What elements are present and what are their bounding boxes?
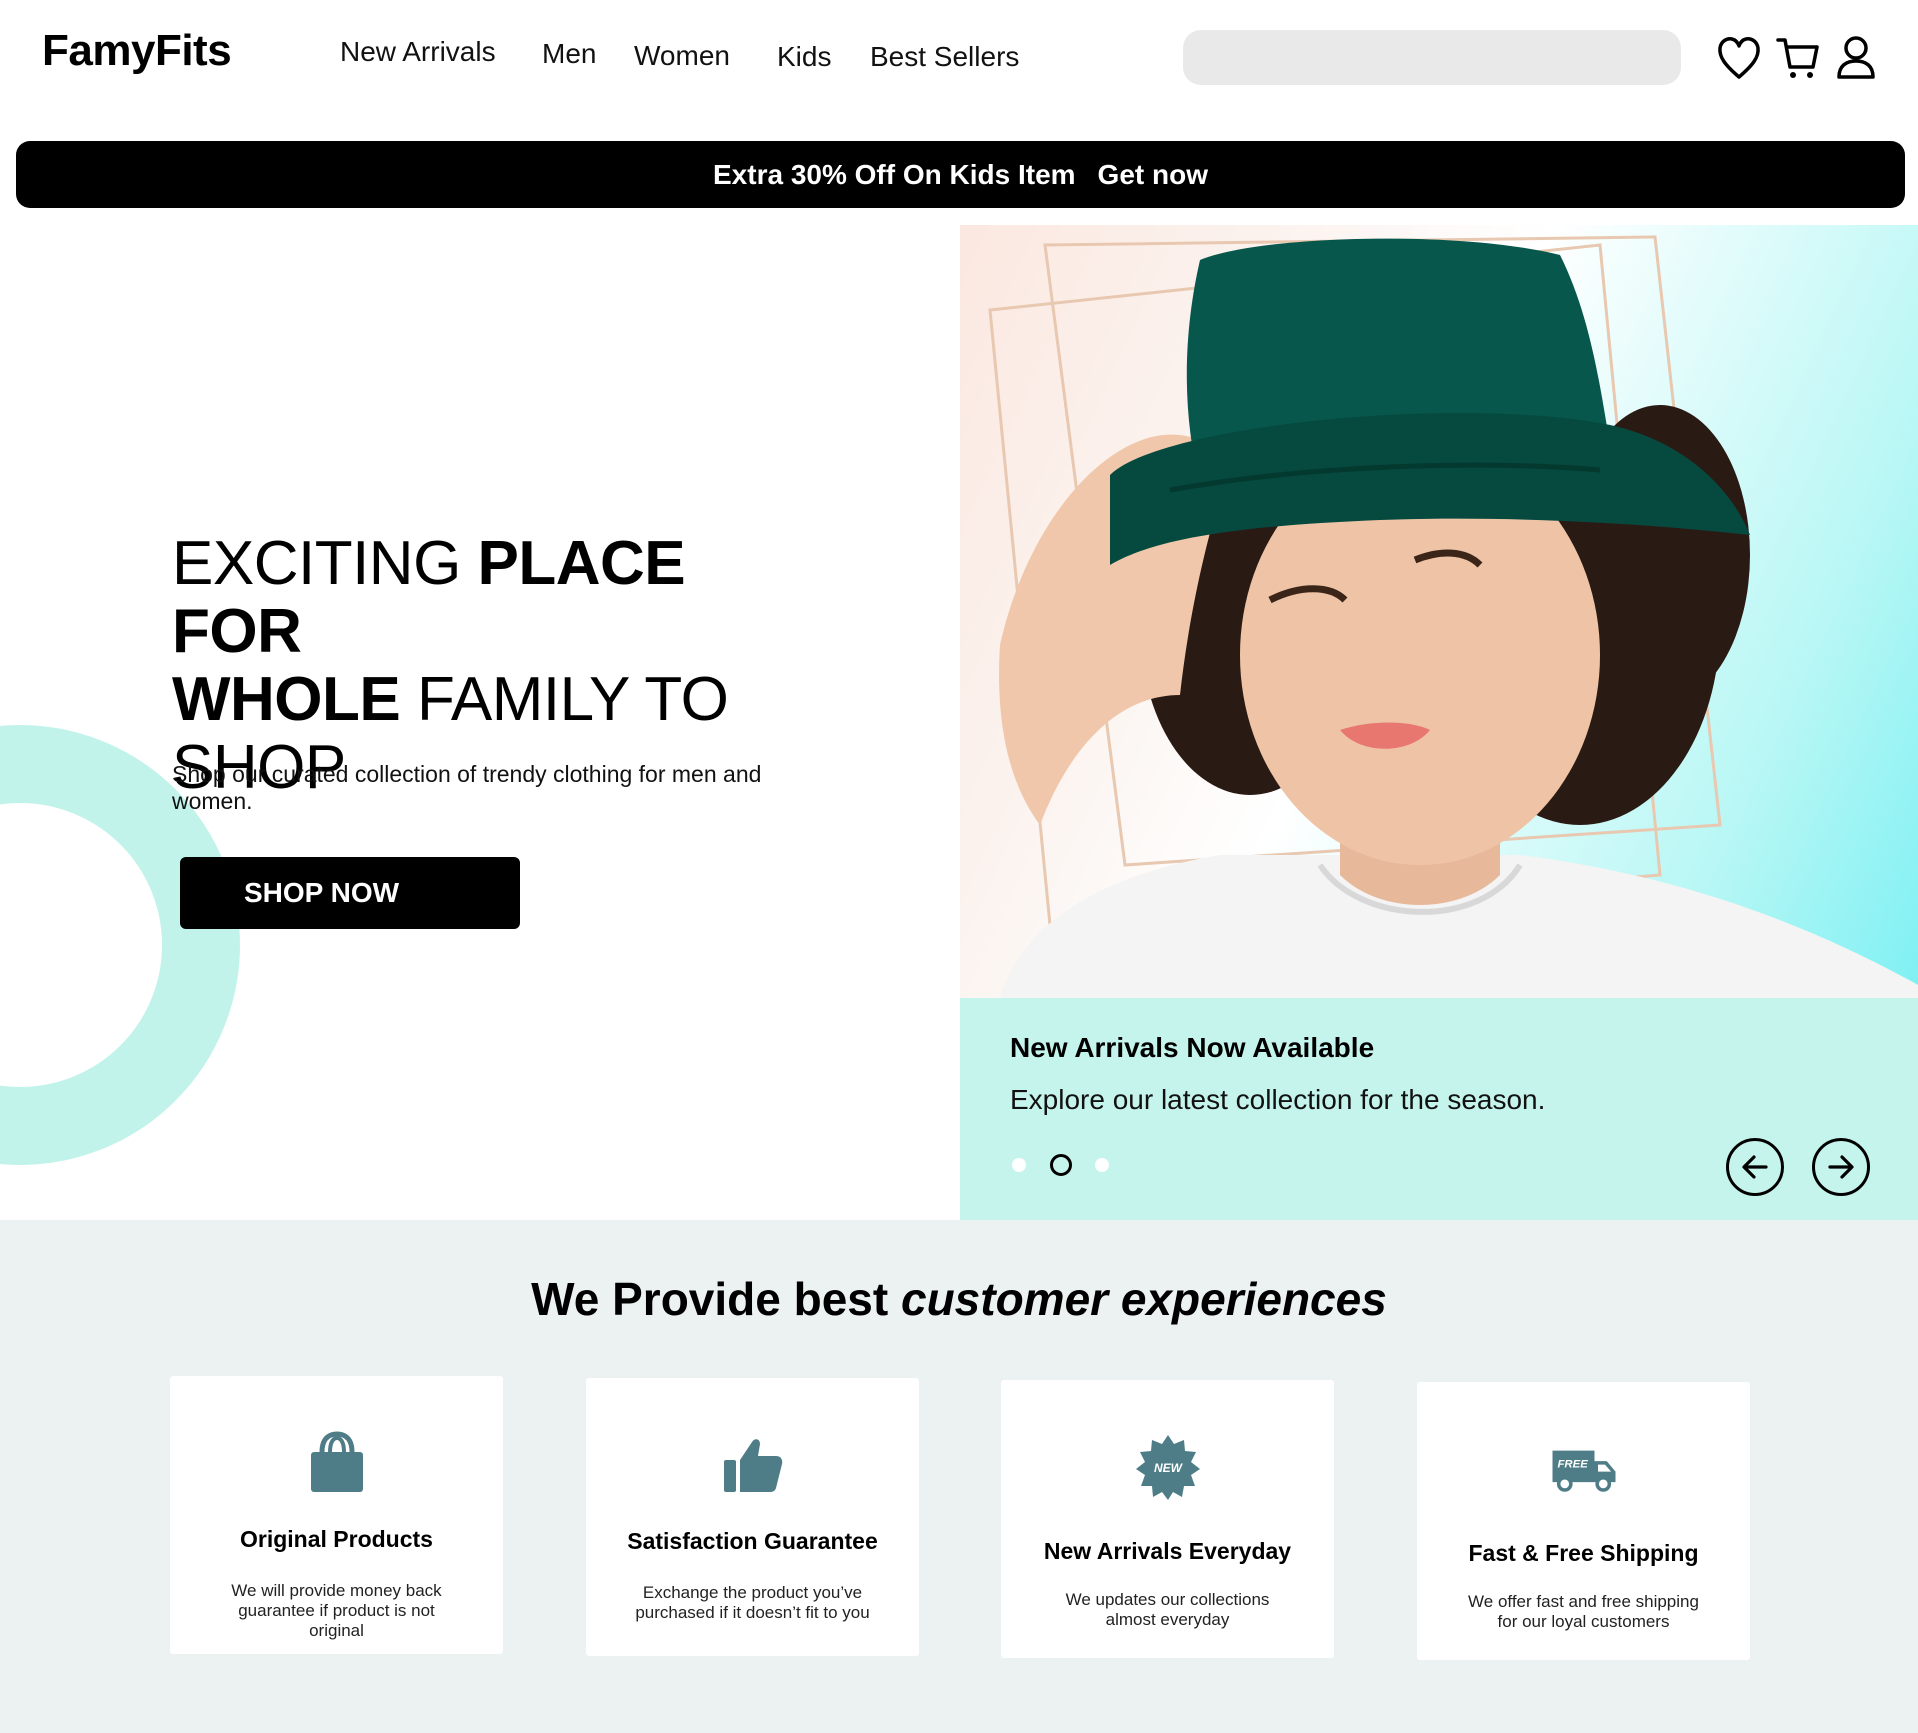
feature-card-title: New Arrivals Everyday [1043,1538,1292,1564]
carousel-caption: New Arrivals Now Available Explore our l… [960,998,1918,1220]
headline-part: EXCITING [172,529,478,598]
promo-bar: Extra 30% Off On Kids Item Get now [16,141,1905,208]
nav-item-best-sellers[interactable]: Best Sellers [870,41,1019,73]
features-section: We Provide best customer experiences Ori… [0,1220,1918,1733]
shop-now-button[interactable]: SHOP NOW [180,857,520,929]
feature-card-satisfaction-guarantee: Satisfaction Guarantee Exchange the prod… [586,1378,919,1656]
cart-icon[interactable] [1774,33,1822,83]
heart-icon[interactable] [1715,33,1763,83]
user-icon[interactable] [1832,33,1880,83]
arrow-left-icon [1742,1155,1768,1179]
carousel-title: New Arrivals Now Available [1010,1032,1375,1063]
feature-card-desc: Exchange the product you’ve purchased if… [635,1583,870,1622]
brand-logo[interactable]: FamyFits [42,26,232,76]
carousel-dot[interactable] [1095,1158,1109,1172]
feature-card-title: Fast & Free Shipping [1468,1540,1699,1566]
feature-card-original-products: Original Products We will provide money … [170,1376,503,1654]
feature-card-fast-free-shipping: FREE Fast & Free Shipping We offer fast … [1417,1382,1750,1660]
carousel-dot[interactable] [1012,1158,1026,1172]
feature-card-title: Satisfaction Guarantee [627,1528,878,1554]
features-title: We Provide best customer experiences [0,1272,1918,1326]
features-title-bold: We Provide best [531,1273,889,1325]
nav-item-kids[interactable]: Kids [777,41,831,73]
carousel-prev-button[interactable] [1726,1138,1784,1196]
carousel-subtitle: Explore our latest collection for the se… [1010,1084,1546,1115]
arrow-right-icon [1828,1155,1854,1179]
hero-subtitle: Shop our curated collection of trendy cl… [172,761,762,814]
free-badge-text: FREE [1557,1458,1588,1470]
feature-card-desc: We offer fast and free shipping for our … [1468,1592,1699,1631]
search-input[interactable] [1183,30,1681,85]
carousel-next-button[interactable] [1812,1138,1870,1196]
new-badge-text: NEW [1154,1461,1184,1475]
hero-image [960,225,1918,998]
headline-part: WHOLE [172,665,401,734]
feature-card-desc: We will provide money back guarantee if … [231,1581,442,1640]
features-title-italic: customer experiences [888,1273,1387,1325]
nav-item-new-arrivals[interactable]: New Arrivals [340,36,496,68]
carousel-dot-active[interactable] [1050,1154,1072,1176]
promo-link[interactable]: Get now [1098,159,1208,191]
feature-card-desc: We updates our collections almost everyd… [1065,1590,1270,1629]
headline-part: FAMILY TO [400,665,729,734]
promo-text: Extra 30% Off On Kids Item [713,158,1076,190]
hero-section: EXCITING PLACE FOR WHOLE FAMILY TO SHOP Sh… [0,225,960,1220]
thumbs-up-icon [723,1439,782,1492]
feature-card-title: Original Products [240,1526,433,1552]
nav-item-women[interactable]: Women [634,40,730,72]
nav-item-men[interactable]: Men [542,38,596,70]
feature-card-new-arrivals: NEW New Arrivals Everyday We updates our… [1001,1380,1334,1658]
new-badge-icon: NEW [1135,1435,1200,1500]
free-truck-icon: FREE [1552,1450,1615,1492]
shopping-bag-icon [310,1431,363,1492]
